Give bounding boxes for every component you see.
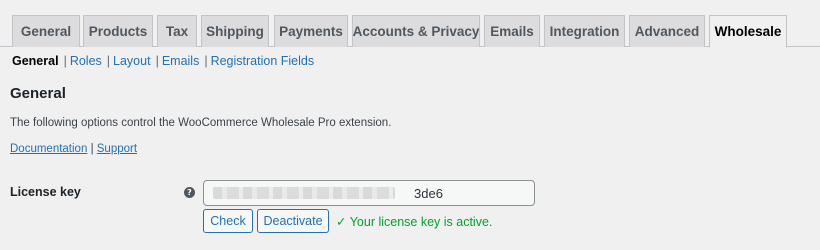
documentation-link[interactable]: Documentation xyxy=(10,143,87,155)
tab-wholesale[interactable]: Wholesale xyxy=(709,15,787,48)
tab-products[interactable]: Products xyxy=(83,15,153,47)
subnav-separator: | xyxy=(204,54,208,68)
section-description: The following options control the WooCom… xyxy=(10,117,392,129)
question-circle-icon[interactable]: ? xyxy=(184,187,195,198)
support-link[interactable]: Support xyxy=(97,143,137,155)
deactivate-button[interactable]: Deactivate xyxy=(257,209,329,233)
subnav-separator: | xyxy=(106,54,111,68)
subnav-item-roles[interactable]: Roles xyxy=(70,54,102,68)
subnav-item-emails[interactable]: Emails xyxy=(162,54,200,68)
subnav-separator: | xyxy=(155,54,159,68)
tab-advanced[interactable]: Advanced xyxy=(629,15,705,47)
tab-payments[interactable]: Payments xyxy=(274,15,348,47)
subnav-item-general[interactable]: General xyxy=(12,54,59,68)
subnav-item-layout[interactable]: Layout xyxy=(113,54,151,68)
license-key-label: License key xyxy=(10,185,81,199)
subnav-separator: | xyxy=(63,54,67,68)
check-button[interactable]: Check xyxy=(203,209,253,233)
license-status-text: ✓ Your license key is active. xyxy=(336,215,493,229)
section-title: General xyxy=(10,85,66,102)
license-key-redacted xyxy=(213,187,395,199)
tab-emails[interactable]: Emails xyxy=(484,15,540,47)
tab-accounts-privacy[interactable]: Accounts & Privacy xyxy=(352,15,480,47)
tab-integration[interactable]: Integration xyxy=(544,15,625,47)
tab-tax[interactable]: Tax xyxy=(157,15,197,47)
help-links: Documentation | Support xyxy=(10,143,137,155)
tab-general[interactable]: General xyxy=(12,15,80,47)
settings-tab-bar: General Products Tax Shipping Payments A… xyxy=(0,0,820,48)
subnav-item-registration-fields[interactable]: Registration Fields xyxy=(211,54,315,68)
tab-shipping[interactable]: Shipping xyxy=(201,15,269,47)
wholesale-subnav: General | Roles | Layout | Emails | Registration… xyxy=(12,54,314,68)
links-separator: | xyxy=(90,143,94,155)
